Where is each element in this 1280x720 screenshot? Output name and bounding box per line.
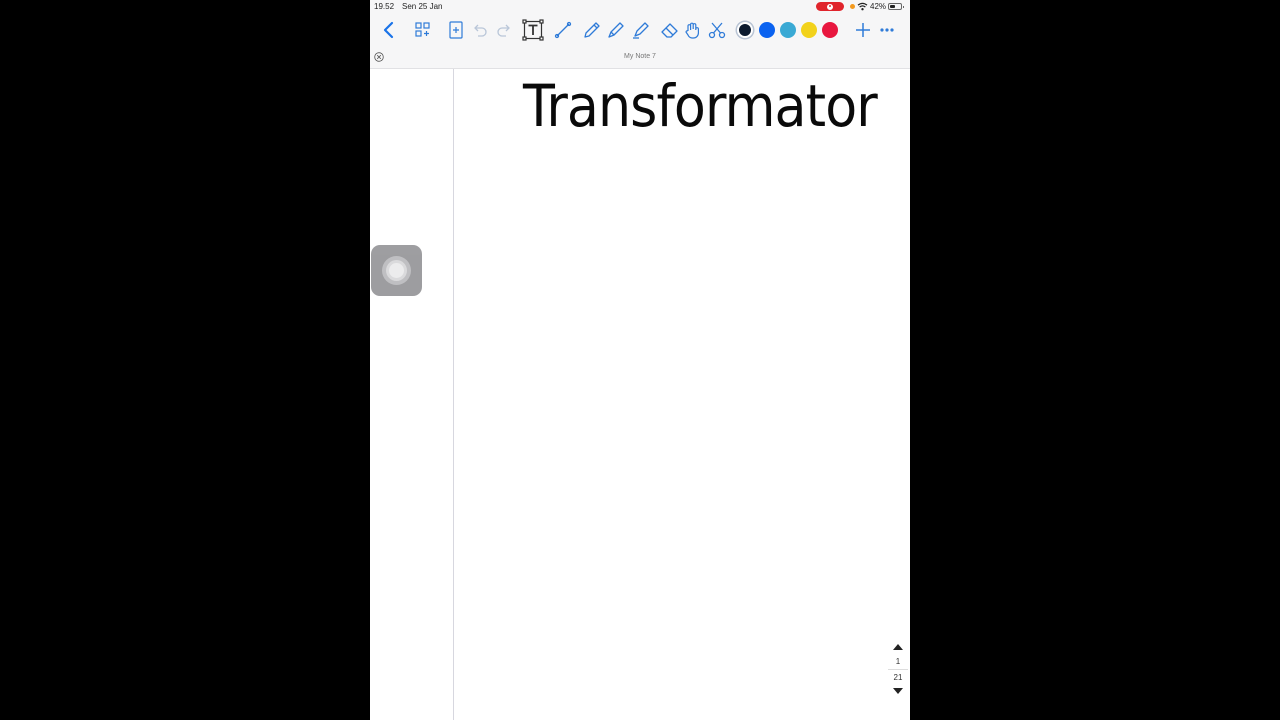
document-title-bar: My Note 7 bbox=[370, 47, 910, 69]
page-up-icon[interactable] bbox=[892, 643, 904, 651]
add-icon[interactable] bbox=[852, 19, 874, 41]
page-down-icon[interactable] bbox=[892, 687, 904, 695]
scissors-icon[interactable] bbox=[706, 19, 728, 41]
add-page-icon[interactable] bbox=[445, 19, 467, 41]
status-date: Sen 25 Jan bbox=[402, 2, 443, 11]
back-chevron-icon[interactable] bbox=[378, 19, 400, 41]
text-tool-icon[interactable] bbox=[522, 19, 544, 41]
highlighter-icon[interactable] bbox=[630, 19, 652, 41]
redo-icon[interactable] bbox=[493, 19, 515, 41]
undo-icon[interactable] bbox=[469, 19, 491, 41]
status-bar: 19.52 Sen 25 Jan 42% bbox=[370, 0, 910, 13]
color-swatch-black[interactable] bbox=[737, 22, 753, 38]
status-time: 19.52 bbox=[374, 2, 395, 11]
handwritten-heading: Transformator bbox=[523, 72, 878, 140]
document-title: My Note 7 bbox=[624, 53, 656, 60]
pen-icon[interactable] bbox=[605, 19, 627, 41]
screen-recording-icon bbox=[816, 2, 844, 11]
app-screen: 19.52 Sen 25 Jan 42% My Note 7 Transform… bbox=[370, 0, 910, 720]
battery-icon bbox=[888, 3, 904, 10]
color-swatch-teal[interactable] bbox=[780, 22, 796, 38]
assistive-touch-button[interactable] bbox=[371, 245, 422, 296]
thumbnails-icon[interactable] bbox=[412, 19, 434, 41]
orange-indicator-icon bbox=[850, 4, 855, 9]
lasso-hand-icon[interactable] bbox=[682, 19, 704, 41]
eraser-icon[interactable] bbox=[659, 19, 681, 41]
color-swatch-blue[interactable] bbox=[759, 22, 775, 38]
color-swatch-yellow[interactable] bbox=[801, 22, 817, 38]
battery-percentage: 42% bbox=[870, 2, 887, 11]
page-navigator: 1 21 bbox=[888, 640, 908, 698]
note-page[interactable]: Transformator bbox=[370, 69, 910, 720]
total-pages: 21 bbox=[893, 673, 903, 682]
page-number-divider bbox=[888, 669, 908, 670]
wifi-icon bbox=[857, 2, 868, 11]
page-margin-line bbox=[453, 69, 454, 720]
line-tool-icon[interactable] bbox=[552, 19, 574, 41]
toolbar bbox=[370, 13, 910, 47]
current-page-number: 1 bbox=[895, 657, 901, 666]
more-icon[interactable] bbox=[876, 19, 898, 41]
color-swatch-red[interactable] bbox=[822, 22, 838, 38]
pencil-icon[interactable] bbox=[581, 19, 603, 41]
